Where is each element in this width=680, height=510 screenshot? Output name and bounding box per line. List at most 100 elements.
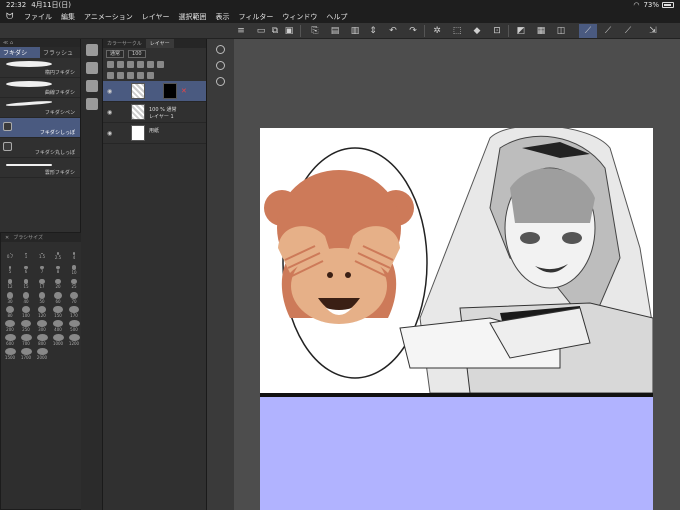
snap-grid-icon[interactable]: ⟋ [623,26,633,36]
layer-row-mask[interactable]: ◉ ✕ [103,81,206,102]
brush-size-option[interactable]: 20 [51,278,65,290]
draft-icon[interactable] [137,61,144,68]
eye-icon[interactable]: ◉ [107,88,112,95]
lock-icon[interactable] [107,61,114,68]
brush-size-option[interactable]: 2000 [35,348,49,360]
new-vector-icon[interactable] [117,72,124,79]
menu-filter[interactable]: フィルター [239,12,274,22]
brush-size-option[interactable]: 700 [19,334,33,346]
brush-size-option[interactable]: 5 [3,264,17,276]
clip-icon[interactable] [117,61,124,68]
brush-size-option[interactable]: 0.7 [3,250,17,262]
brush-size-option[interactable]: 800 [35,334,49,346]
brush-size-option[interactable]: 600 [3,334,17,346]
brush-size-option[interactable]: 100 [19,306,33,318]
mask-toggle-icon[interactable] [147,61,154,68]
tab-flash[interactable]: フラッシュ [40,47,80,58]
brush-size-option[interactable]: 60 [51,292,65,304]
navigator-icon[interactable] [216,45,225,54]
mask-icon[interactable]: ◩ [516,26,526,36]
brush-size-option[interactable]: 400 [51,320,65,332]
brush-size-option[interactable]: 6 [19,264,33,276]
brush-item-balloon-tail[interactable]: フキダシしっぽ [0,118,80,138]
layer-row[interactable]: ◉ 100 % 通常 レイヤー 1 [103,102,206,123]
brush-item-round-tail[interactable]: フキダシ丸しっぽ [0,138,80,158]
tool-icon[interactable] [85,62,98,74]
brush-size-option[interactable]: 7 [35,264,49,276]
brush-item-ellipse-balloon[interactable]: 楕円フキダシ [0,58,80,78]
brush-size-option[interactable]: 12 [3,278,17,290]
brush-size-option[interactable]: 500 [67,320,81,332]
fill-icon[interactable]: ◆ [472,26,482,36]
menu-layer[interactable]: レイヤー [142,12,170,22]
close-icon[interactable]: ✕ [5,235,9,241]
canvas-workspace[interactable] [234,39,680,510]
menu-file[interactable]: ファイル [24,12,52,22]
export-icon[interactable]: ⇲ [648,26,658,36]
snap-ruler-icon[interactable]: ⟋ [583,26,593,36]
transform-icon[interactable]: ⬚ [452,26,462,36]
folder-icon[interactable]: ▤ [330,26,340,36]
brush-size-option[interactable]: 1 [19,250,33,262]
menu-view[interactable]: 表示 [216,12,230,22]
brush-size-option[interactable]: 4 [67,250,81,262]
open-icon[interactable]: ⧉ [270,26,280,36]
redo-icon[interactable]: ↷ [408,26,418,36]
layers-icon[interactable] [216,61,225,70]
copy-icon[interactable]: ⎘ [310,26,320,36]
blend-mode-select[interactable]: 通常 [106,49,125,58]
material-icon[interactable] [216,77,225,86]
brush-size-option[interactable]: 250 [19,320,33,332]
brush-item-curve-balloon[interactable]: 曲線フキダシ [0,78,80,98]
tool-icon[interactable] [85,44,98,56]
brush-size-option[interactable]: 300 [35,320,49,332]
trash-icon[interactable] [147,72,154,79]
menu-selection[interactable]: 選択範囲 [179,12,207,22]
crop-icon[interactable]: ⊡ [492,26,502,36]
brush-size-option[interactable]: 170 [67,306,81,318]
tool-icon[interactable] [85,98,98,110]
settings-icon[interactable]: ✲ [432,26,442,36]
brush-size-option[interactable]: 1200 [67,334,81,346]
brush-size-option[interactable]: 2.5 [51,250,65,262]
brush-size-option[interactable]: 17 [35,278,49,290]
merge-icon[interactable] [137,72,144,79]
menu-edit[interactable]: 編集 [61,12,75,22]
grid-icon[interactable]: ▦ [536,26,546,36]
eye-icon[interactable]: ◉ [107,109,112,116]
brush-size-option[interactable]: 150 [51,306,65,318]
canvas-page[interactable] [260,128,653,510]
new-canvas-icon[interactable]: ▭ [256,26,266,36]
brush-size-option[interactable]: 120 [35,306,49,318]
brush-item-cloud-balloon[interactable]: 雲形フキダシ [0,158,80,178]
app-logo-icon[interactable]: ᗢ [6,12,16,22]
brush-size-option[interactable]: 10 [67,264,81,276]
reference-icon[interactable] [127,61,134,68]
brush-item-balloon-pen[interactable]: フキダシペン [0,98,80,118]
menu-animation[interactable]: アニメーション [84,12,133,22]
eye-icon[interactable]: ◉ [107,130,112,137]
stepper-icon[interactable]: ⇕ [368,26,378,36]
brush-size-option[interactable]: 1500 [3,348,17,360]
brush-size-option[interactable]: 70 [67,292,81,304]
brush-size-option[interactable]: 8 [51,264,65,276]
ruler-toggle-icon[interactable] [157,61,164,68]
undo-icon[interactable]: ↶ [388,26,398,36]
ruler-icon[interactable]: ◫ [556,26,566,36]
brush-size-option[interactable]: 40 [19,292,33,304]
layer-row-paper[interactable]: ◉ 用紙 [103,123,206,144]
brush-size-option[interactable]: 80 [3,306,17,318]
hamburger-menu-icon[interactable]: ≡ [236,26,246,36]
paste-icon[interactable]: ▥ [350,26,360,36]
tab-layer[interactable]: レイヤー [145,39,174,48]
tool-icon[interactable] [85,80,98,92]
new-layer-icon[interactable] [107,72,114,79]
menu-window[interactable]: ウィンドウ [282,12,317,22]
brush-size-option[interactable]: 25 [67,278,81,290]
brush-size-option[interactable]: 1.5 [35,250,49,262]
brush-size-option[interactable]: 1700 [19,348,33,360]
brush-size-option[interactable]: 50 [35,292,49,304]
tab-color-circle[interactable]: カラーサークル [103,39,146,48]
snap-special-icon[interactable]: ⟋ [603,26,613,36]
mask-delete-icon[interactable]: ✕ [181,87,187,95]
